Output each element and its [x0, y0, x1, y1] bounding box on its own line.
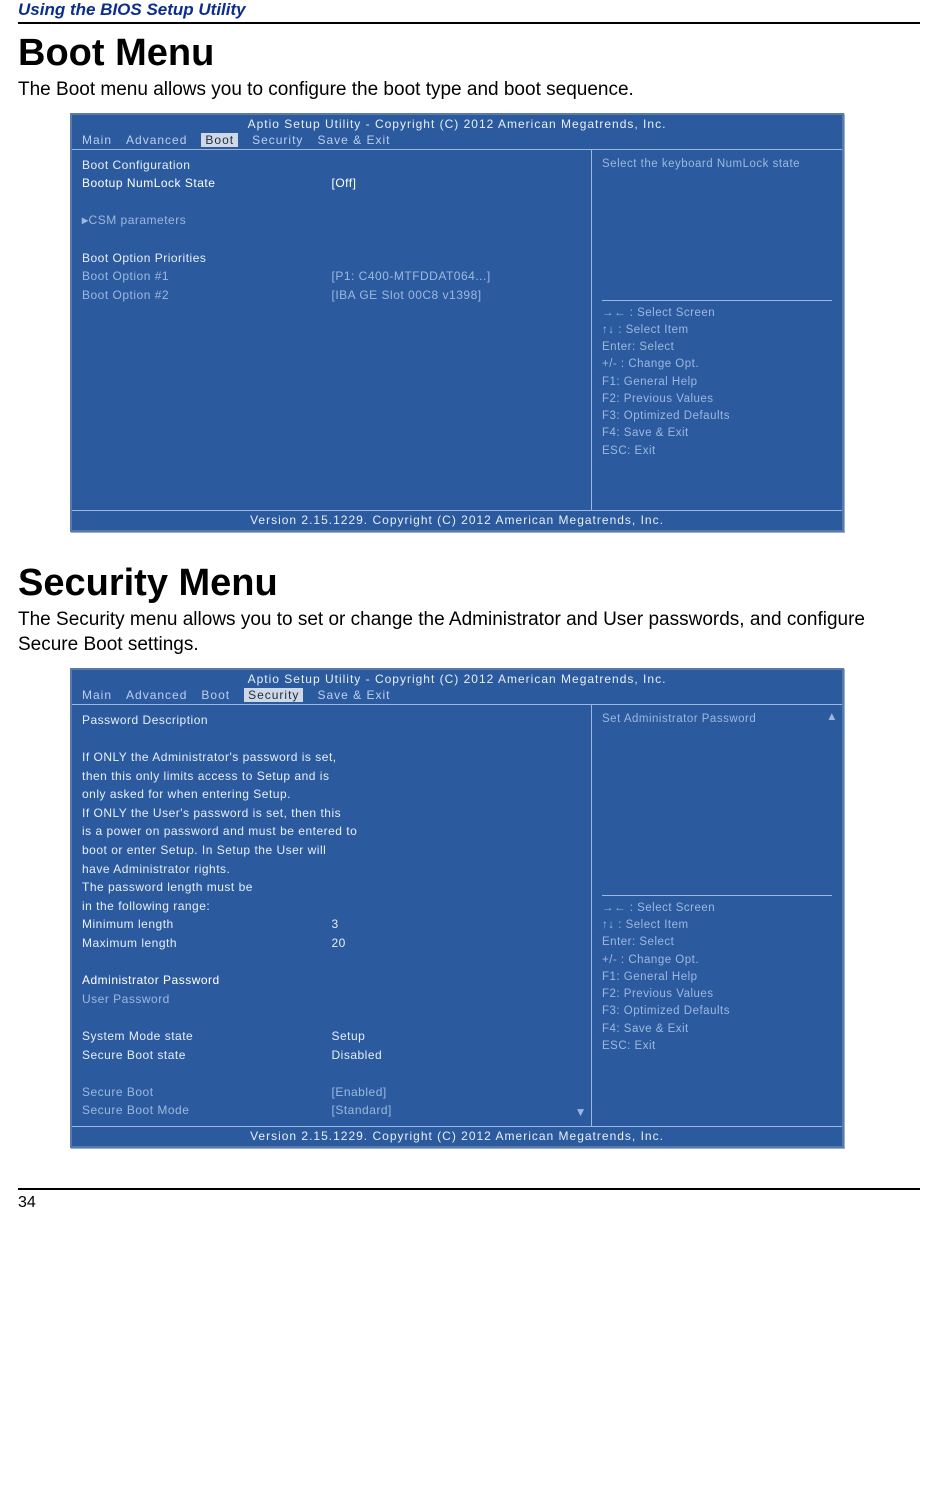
bios-footer: Version 2.15.1229. Copyright (C) 2012 Am… — [72, 510, 842, 530]
min-length-value: 3 — [332, 915, 582, 934]
tab-save-exit[interactable]: Save & Exit — [317, 688, 390, 702]
page-section-header: Using the BIOS Setup Utility — [18, 0, 920, 24]
scroll-up-icon[interactable]: ▲ — [826, 709, 838, 726]
tab-save-exit[interactable]: Save & Exit — [317, 133, 390, 147]
page: Using the BIOS Setup Utility Boot Menu T… — [0, 0, 938, 1224]
numlock-label[interactable]: Bootup NumLock State — [82, 174, 332, 193]
secure-boot-value[interactable]: [Enabled] — [332, 1083, 582, 1102]
help-text: Select the keyboard NumLock state — [602, 156, 832, 296]
bios-title-bar: Aptio Setup Utility - Copyright (C) 2012… — [72, 670, 842, 686]
bios-body: Password Description If ONLY the Adminis… — [72, 704, 842, 1126]
key-help: →← : Select Screen ↑↓ : Select Item Ente… — [602, 900, 832, 1055]
boot-option-2-value[interactable]: [IBA GE Slot 00C8 v1398] — [332, 286, 582, 305]
bios-left-panel: Boot Configuration Bootup NumLock State … — [72, 150, 592, 510]
secure-boot-state-value: Disabled — [332, 1046, 582, 1065]
keyhint: ESC: Exit — [602, 443, 832, 460]
bios-right-panel: ▲ Set Administrator Password →← : Select… — [592, 705, 842, 1126]
tab-security[interactable]: Security — [252, 133, 303, 147]
tab-advanced[interactable]: Advanced — [126, 688, 187, 702]
system-mode-state-label: System Mode state — [82, 1027, 332, 1046]
max-length-value: 20 — [332, 934, 582, 953]
password-description-heading: Password Description — [82, 711, 581, 730]
user-password[interactable]: User Password — [82, 990, 581, 1009]
tab-security[interactable]: Security — [244, 688, 303, 702]
secure-boot-state-label: Secure Boot state — [82, 1046, 332, 1065]
pwd-desc-line: is a power on password and must be enter… — [82, 822, 581, 841]
bios-tab-bar: Main Advanced Boot Security Save & Exit — [72, 131, 842, 149]
administrator-password[interactable]: Administrator Password — [82, 971, 581, 990]
bios-footer: Version 2.15.1229. Copyright (C) 2012 Am… — [72, 1126, 842, 1146]
tab-advanced[interactable]: Advanced — [126, 133, 187, 147]
keyhint: F1: General Help — [602, 969, 832, 986]
pwd-desc-line: then this only limits access to Setup an… — [82, 767, 581, 786]
bios-title-bar: Aptio Setup Utility - Copyright (C) 2012… — [72, 115, 842, 131]
secure-boot-label[interactable]: Secure Boot — [82, 1083, 332, 1102]
bios-screenshot-boot: Aptio Setup Utility - Copyright (C) 2012… — [70, 113, 938, 532]
tab-main[interactable]: Main — [82, 133, 112, 147]
scroll-down-icon[interactable]: ▼ — [575, 1103, 587, 1122]
secure-boot-mode-label[interactable]: Secure Boot Mode — [82, 1101, 332, 1120]
keyhint: Enter: Select — [602, 934, 832, 951]
boot-option-2-label[interactable]: Boot Option #2 — [82, 286, 332, 305]
bios-body: Boot Configuration Bootup NumLock State … — [72, 149, 842, 510]
keyhint: Enter: Select — [602, 339, 832, 356]
bios-screenshot-security: Aptio Setup Utility - Copyright (C) 2012… — [70, 668, 938, 1148]
keyhint: F4: Save & Exit — [602, 425, 832, 442]
keyhint: F3: Optimized Defaults — [602, 408, 832, 425]
help-text: Set Administrator Password — [602, 711, 832, 891]
keyhint: F2: Previous Values — [602, 986, 832, 1003]
bios-window: Aptio Setup Utility - Copyright (C) 2012… — [70, 113, 844, 532]
keyhint: →← : Select Screen — [602, 305, 832, 322]
min-length-label: Minimum length — [82, 915, 332, 934]
pwd-desc-line: boot or enter Setup. In Setup the User w… — [82, 841, 581, 860]
page-footer: 34 — [0, 1188, 938, 1224]
help-divider — [602, 895, 832, 896]
system-mode-state-value: Setup — [332, 1027, 582, 1046]
pwd-desc-line: The password length must be — [82, 878, 581, 897]
bios-left-panel: Password Description If ONLY the Adminis… — [72, 705, 592, 1126]
max-length-label: Maximum length — [82, 934, 332, 953]
tab-boot[interactable]: Boot — [201, 688, 230, 702]
help-divider — [602, 300, 832, 301]
pwd-desc-line: If ONLY the Administrator's password is … — [82, 748, 581, 767]
section-intro-security: The Security menu allows you to set or c… — [18, 607, 920, 658]
boot-config-heading: Boot Configuration — [82, 156, 581, 175]
secure-boot-mode-value[interactable]: [Standard] — [332, 1101, 582, 1120]
pwd-desc-line: only asked for when entering Setup. — [82, 785, 581, 804]
keyhint: F3: Optimized Defaults — [602, 1003, 832, 1020]
numlock-value[interactable]: [Off] — [332, 174, 582, 193]
boot-priorities-heading: Boot Option Priorities — [82, 249, 581, 268]
section-heading-security: Security Menu — [18, 562, 920, 605]
pwd-desc-line: have Administrator rights. — [82, 860, 581, 879]
keyhint: +/- : Change Opt. — [602, 356, 832, 373]
boot-option-1-label[interactable]: Boot Option #1 — [82, 267, 332, 286]
keyhint: ↑↓ : Select Item — [602, 917, 832, 934]
boot-option-1-value[interactable]: [P1: C400-MTFDDAT064...] — [332, 267, 582, 286]
pwd-desc-line: If ONLY the User's password is set, then… — [82, 804, 581, 823]
section-heading-boot: Boot Menu — [18, 32, 920, 75]
keyhint: ESC: Exit — [602, 1038, 832, 1055]
footer-rule — [18, 1188, 920, 1190]
bios-right-panel: Select the keyboard NumLock state →← : S… — [592, 150, 842, 510]
key-help: →← : Select Screen ↑↓ : Select Item Ente… — [602, 305, 832, 460]
tab-main[interactable]: Main — [82, 688, 112, 702]
pwd-desc-line: in the following range: — [82, 897, 581, 916]
bios-window: Aptio Setup Utility - Copyright (C) 2012… — [70, 668, 844, 1148]
bios-tab-bar: Main Advanced Boot Security Save & Exit — [72, 686, 842, 704]
keyhint: F2: Previous Values — [602, 391, 832, 408]
keyhint: →← : Select Screen — [602, 900, 832, 917]
csm-parameters[interactable]: CSM parameters — [89, 211, 187, 230]
tab-boot[interactable]: Boot — [201, 133, 238, 147]
keyhint: +/- : Change Opt. — [602, 952, 832, 969]
keyhint: F4: Save & Exit — [602, 1021, 832, 1038]
section-intro-boot: The Boot menu allows you to configure th… — [18, 77, 920, 103]
page-number: 34 — [18, 1194, 920, 1212]
keyhint: F1: General Help — [602, 374, 832, 391]
keyhint: ↑↓ : Select Item — [602, 322, 832, 339]
